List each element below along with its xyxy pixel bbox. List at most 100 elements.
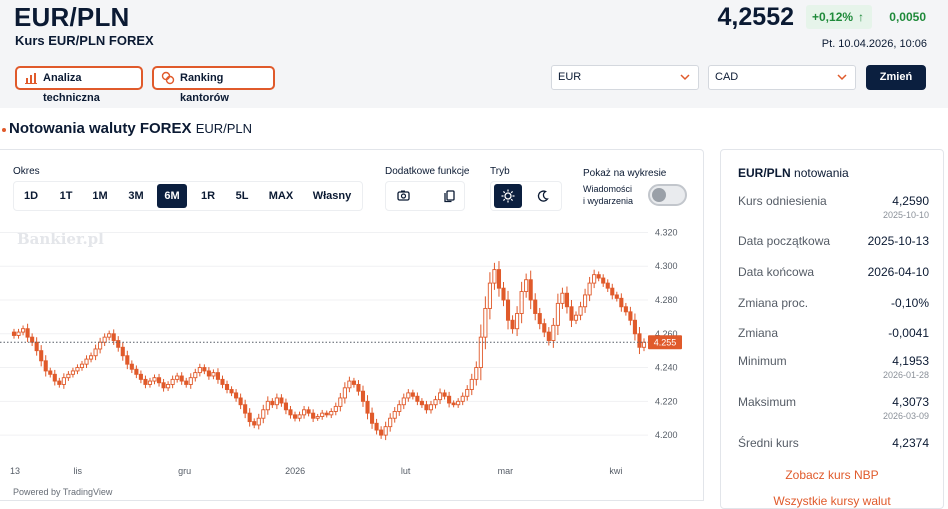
summary-row-value: 2025-10-13 [867, 234, 929, 248]
candle-down [324, 412, 329, 416]
candle-up [347, 380, 352, 389]
candle-up [433, 399, 438, 406]
candle-down [238, 397, 243, 406]
all-rates-link[interactable]: Wszystkie kursy walut [720, 494, 944, 508]
candle-down [52, 373, 57, 382]
summary-row-label: Zmiana [738, 326, 779, 340]
toggle-knob [652, 188, 666, 202]
light-mode-button[interactable] [494, 184, 522, 208]
candle-up [261, 409, 266, 419]
candle-down [510, 319, 515, 330]
y-tick-label: 4.320 [655, 227, 678, 237]
current-price: 4,2552 [717, 3, 794, 31]
period-1t[interactable]: 1T [52, 184, 80, 208]
candle-up [297, 414, 302, 419]
period-5l[interactable]: 5L [228, 184, 256, 208]
candle-down [410, 392, 415, 397]
summary-row-date: 2026-03-09 [882, 411, 929, 421]
change-percent-badge: +0,12% ↑ [806, 5, 872, 29]
candle-down [134, 368, 139, 375]
candle-up [152, 377, 157, 382]
candle-down [156, 377, 162, 384]
copy-button[interactable] [435, 184, 463, 208]
x-tick-label: gru [178, 466, 191, 476]
currency-from-select[interactable]: EUR [551, 65, 699, 90]
candle-down [11, 331, 17, 336]
candle-down [111, 333, 116, 341]
exchange-ranking-button[interactable]: Ranking kantorów [152, 66, 275, 104]
quote-datetime: Pt. 10.04.2026, 10:06 [821, 38, 927, 50]
summary-row-label: Kurs odniesienia [738, 194, 827, 208]
candle-down [605, 282, 610, 289]
summary-row-value: -0,0041 [888, 326, 929, 340]
period-custom[interactable]: Własny [307, 184, 357, 208]
candle-down [610, 287, 615, 296]
period-1r[interactable]: 1R [194, 184, 222, 208]
candle-up [61, 377, 66, 385]
candle-down [34, 341, 39, 352]
candle-down [25, 328, 30, 338]
candle-down [39, 350, 44, 362]
candle-up [211, 372, 216, 377]
candle-up [170, 378, 175, 385]
summary-row-label: Maksimum [738, 395, 797, 409]
candle-down [306, 409, 311, 414]
candle-up [302, 409, 307, 416]
candle-down [125, 355, 130, 365]
x-tick-label: lut [401, 466, 411, 476]
period-1m[interactable]: 1M [86, 184, 114, 208]
candle-up [342, 387, 347, 399]
current-price-tag-label: 4.255 [654, 338, 677, 348]
candle-up [197, 367, 202, 374]
coins-icon [161, 71, 175, 85]
candle-up [478, 336, 483, 369]
candle-down [120, 346, 125, 357]
screenshot-button[interactable] [389, 184, 417, 208]
summary-title-symbol: EUR/PLN [738, 166, 791, 180]
period-3m[interactable]: 3M [122, 184, 150, 208]
candle-up [70, 370, 75, 375]
candle-up [641, 341, 647, 348]
candle-down [564, 292, 569, 308]
summary-row-date: 2026-01-28 [882, 370, 929, 380]
section-title-text: Notowania waluty FOREX [9, 120, 192, 137]
ticker-title: EUR/PLN [14, 2, 130, 32]
candle-down [419, 400, 424, 406]
candlestick-chart[interactable]: 4.3204.3004.2804.2604.2404.2204.20013 lis… [0, 220, 704, 482]
period-max[interactable]: MAX [264, 184, 298, 208]
candle-down [424, 404, 429, 411]
nbp-rate-link[interactable]: Zobacz kurs NBP [720, 468, 944, 482]
candle-up [274, 397, 279, 406]
candle-down [292, 414, 298, 419]
candle-up [84, 358, 89, 365]
candle-down [569, 306, 574, 321]
summary-row-value: -0,10% [890, 296, 929, 310]
y-tick-label: 4.240 [655, 363, 678, 373]
candle-up [16, 331, 21, 336]
summary-row-label: Zmiana proc. [738, 296, 809, 310]
show-on-chart-label: Pokaż na wykresie [583, 168, 667, 179]
technical-analysis-button[interactable]: Analiza techniczna [15, 66, 143, 104]
change-currency-button[interactable]: Zmień [866, 65, 926, 90]
candle-down [632, 319, 637, 335]
period-label: Okres [13, 166, 40, 177]
news-events-toggle[interactable] [648, 184, 687, 206]
summary-row-value: 4,2374 [892, 436, 929, 450]
candle-up [66, 373, 71, 379]
x-tick-label: mar [498, 466, 514, 476]
candle-up [474, 367, 479, 380]
period-6m[interactable]: 6M [157, 184, 187, 208]
dark-mode-button[interactable] [529, 184, 557, 208]
candle-up [487, 282, 492, 309]
candle-up [555, 302, 560, 326]
candle-down [247, 412, 252, 423]
powered-by-tradingview[interactable]: Powered by TradingView [13, 487, 112, 497]
candle-down [206, 370, 211, 377]
candle-up [392, 411, 397, 419]
summary-title: EUR/PLN notowania [738, 166, 849, 180]
y-tick-label: 4.200 [655, 430, 678, 440]
currency-to-select[interactable]: CAD [708, 65, 856, 90]
candle-down [288, 409, 293, 416]
candle-up [397, 404, 402, 412]
period-1d[interactable]: 1D [17, 184, 45, 208]
